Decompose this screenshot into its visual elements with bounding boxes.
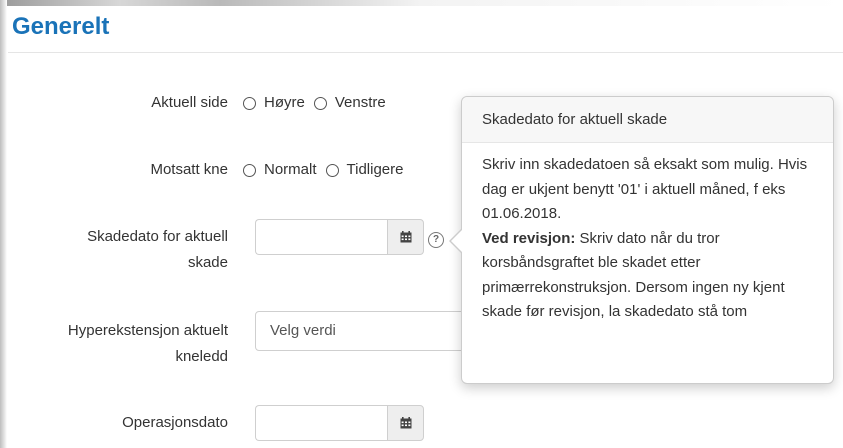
radio-normalt-label: Normalt bbox=[264, 161, 317, 178]
radio-hoyre-label: Høyre bbox=[264, 94, 305, 111]
operasjonsdato-date-group bbox=[255, 405, 424, 441]
radio-venstre[interactable] bbox=[313, 96, 327, 110]
operasjonsdato-label: Operasjonsdato bbox=[122, 414, 228, 431]
hyperekstensjon-select[interactable]: Velg verdi bbox=[255, 311, 475, 351]
top-blur-band bbox=[0, 0, 843, 6]
skadedato-label: Skadedato for aktuell skade bbox=[87, 224, 228, 276]
calendar-icon bbox=[400, 417, 411, 429]
motsatt-kne-radio-group: Normalt Tidligere bbox=[243, 161, 412, 178]
radio-option-normalt[interactable]: Normalt bbox=[243, 161, 317, 178]
help-popover: Skadedato for aktuell skade Skriv inn sk… bbox=[461, 96, 834, 384]
hyperekstensjon-label: Hyperekstensjon aktuelt kneledd bbox=[68, 318, 228, 370]
radio-option-tidligere[interactable]: Tidligere bbox=[325, 161, 404, 178]
calendar-icon bbox=[400, 231, 411, 243]
section-divider bbox=[8, 52, 843, 53]
skadedato-calendar-button[interactable] bbox=[387, 219, 424, 255]
radio-hoyre[interactable] bbox=[243, 96, 256, 110]
question-circle-icon[interactable]: ? bbox=[428, 232, 444, 248]
operasjonsdato-calendar-button[interactable] bbox=[387, 405, 424, 441]
radio-option-hoyre[interactable]: Høyre bbox=[243, 94, 305, 111]
hyperekstensjon-label-line2: kneledd bbox=[175, 348, 228, 365]
skadedato-date-group bbox=[255, 219, 424, 255]
popover-bold-label: Ved revisjon: bbox=[482, 229, 576, 247]
popover-body: Skriv inn skadedatoen så eksakt som muli… bbox=[462, 143, 833, 325]
skadedato-input[interactable] bbox=[255, 219, 387, 255]
section-title: Generelt bbox=[12, 13, 110, 40]
operasjonsdato-input[interactable] bbox=[255, 405, 387, 441]
hyperekstensjon-label-line1: Hyperekstensjon aktuelt bbox=[67, 322, 228, 339]
left-shadow-edge bbox=[0, 0, 7, 448]
radio-tidligere[interactable] bbox=[325, 163, 339, 177]
aktuell-side-label: Aktuell side bbox=[151, 94, 228, 111]
popover-paragraph-2: Ved revisjon: Skriv dato når du tror kor… bbox=[482, 227, 813, 325]
form-page: Generelt Aktuell side Høyre Venstre Mots… bbox=[0, 0, 843, 448]
popover-paragraph-1: Skriv inn skadedatoen så eksakt som muli… bbox=[482, 156, 808, 222]
radio-tidligere-label: Tidligere bbox=[346, 161, 404, 178]
skadedato-label-line2: skade bbox=[187, 254, 228, 271]
motsatt-kne-label: Motsatt kne bbox=[150, 161, 228, 178]
popover-arrow-inner bbox=[451, 230, 462, 252]
radio-venstre-label: Venstre bbox=[334, 94, 386, 111]
radio-normalt[interactable] bbox=[243, 163, 256, 177]
popover-title: Skadedato for aktuell skade bbox=[462, 97, 833, 143]
aktuell-side-radio-group: Høyre Venstre bbox=[243, 94, 395, 111]
skadedato-label-line1: Skadedato for aktuell bbox=[87, 228, 228, 245]
radio-option-venstre[interactable]: Venstre bbox=[313, 94, 386, 111]
